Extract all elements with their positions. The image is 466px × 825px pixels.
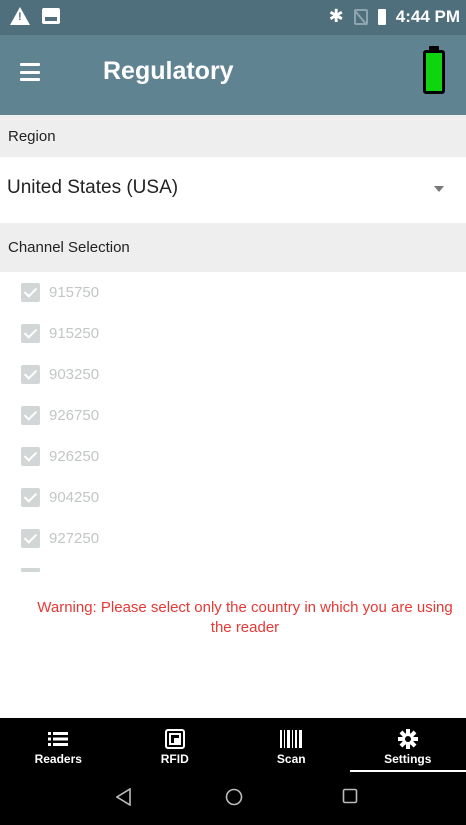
list-icon: [48, 729, 69, 749]
barcode-icon: [280, 729, 303, 749]
channel-checkbox[interactable]: [21, 487, 40, 507]
channel-label: 915250: [49, 324, 100, 342]
channel-selection-header: Channel Selection: [0, 223, 466, 272]
status-time: 4:44 PM: [395, 6, 460, 26]
nav-scan-label: Scan: [276, 752, 306, 766]
gear-icon: [397, 729, 418, 749]
menu-icon[interactable]: [20, 63, 40, 81]
channel-checkbox[interactable]: [21, 405, 40, 425]
nav-settings-label: Settings: [384, 752, 432, 766]
channel-row[interactable]: 927250: [0, 518, 466, 558]
bottom-nav: Readers RFID Scan Settings: [0, 718, 466, 774]
nav-settings[interactable]: Settings: [349, 718, 466, 774]
system-nav-bar: [0, 774, 466, 825]
region-selected-value: United States (USA): [7, 177, 179, 198]
warning-message: Warning: Please select only the country …: [37, 599, 453, 636]
nav-rfid-label: RFID: [160, 752, 189, 766]
region-header: Region: [0, 115, 466, 157]
channel-checkbox[interactable]: [21, 323, 40, 343]
warning-icon: [10, 7, 30, 25]
bluetooth-icon: ✱: [328, 6, 344, 26]
nav-scan[interactable]: Scan: [233, 718, 350, 774]
channel-checkbox[interactable]: [21, 282, 40, 302]
channel-label: 927250: [49, 529, 100, 547]
reader-battery-icon[interactable]: [423, 46, 445, 94]
channel-checkbox[interactable]: [21, 528, 40, 548]
back-icon[interactable]: [115, 787, 132, 811]
status-bar: ✱ 4:44 PM: [0, 0, 466, 35]
channel-list[interactable]: 915750 915250 903250 926750 926250 90425…: [0, 272, 466, 577]
no-sim-icon: [353, 8, 368, 25]
channel-label: 926250: [49, 447, 100, 465]
app-bar: Regulatory: [0, 35, 466, 115]
nav-readers-label: Readers: [34, 752, 82, 766]
rfid-tag-icon: [164, 729, 185, 749]
channel-checkbox-partial: [21, 568, 40, 572]
nav-rfid[interactable]: RFID: [117, 718, 234, 774]
channel-label: 915750: [49, 283, 100, 301]
region-dropdown[interactable]: United States (USA): [0, 157, 466, 223]
battery-status-icon: [377, 8, 386, 25]
channel-label: 926750: [49, 406, 100, 424]
nav-readers[interactable]: Readers: [0, 718, 117, 774]
home-icon[interactable]: [225, 788, 243, 811]
channel-label: 903250: [49, 365, 100, 383]
channel-row[interactable]: 915750: [0, 272, 466, 312]
recents-icon[interactable]: [342, 788, 358, 809]
channel-row[interactable]: 903250: [0, 354, 466, 394]
channel-checkbox[interactable]: [21, 364, 40, 384]
page-title: Regulatory: [103, 57, 234, 85]
channel-row[interactable]: 904250: [0, 477, 466, 517]
image-icon: [42, 8, 60, 24]
channel-checkbox[interactable]: [21, 446, 40, 466]
channel-label: 904250: [49, 488, 100, 506]
channel-row[interactable]: 915250: [0, 313, 466, 353]
dropdown-arrow-icon: [434, 186, 444, 192]
channel-row[interactable]: 926250: [0, 436, 466, 476]
channel-row[interactable]: 926750: [0, 395, 466, 435]
